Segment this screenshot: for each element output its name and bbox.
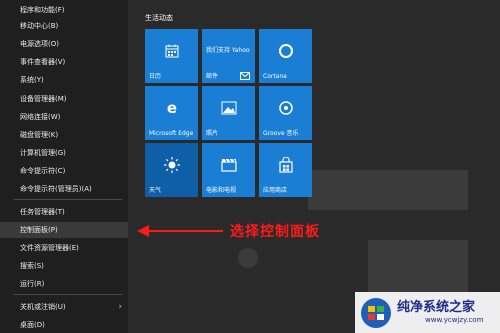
tile-label: Groove 音乐	[263, 130, 299, 137]
calendar-icon	[165, 44, 178, 58]
movies-tv-icon	[220, 158, 237, 172]
tile-store[interactable]: 应用商店	[259, 143, 312, 197]
menu-item-desktop[interactable]: 桌面(D)	[0, 317, 128, 333]
tile-photos[interactable]: 照片	[202, 86, 255, 140]
menu-item-programs-features[interactable]: 程序和功能(F)	[0, 2, 128, 18]
tile-mail[interactable]: 我们支持 Yahoo 邮件	[202, 29, 255, 83]
menu-item-device-manager[interactable]: 设备管理器(M)	[0, 91, 128, 107]
tile-label: 天气	[149, 187, 162, 194]
annotation-arrow	[137, 225, 223, 237]
tile-label: Microsoft Edge	[149, 130, 194, 137]
menu-item-command-prompt-admin[interactable]: 命令提示符(管理员)(A)	[0, 181, 128, 197]
groove-music-icon	[278, 101, 293, 115]
menu-item-label: 关机或注销(U)	[20, 303, 66, 311]
weather-icon	[163, 157, 180, 173]
menu-item-task-manager[interactable]: 任务管理器(T)	[0, 204, 128, 220]
watermark-url: www.ycwjzy.com	[425, 316, 484, 324]
cortana-icon	[278, 44, 293, 58]
menu-separator	[14, 294, 122, 295]
menu-item-file-explorer[interactable]: 文件资源管理器(E)	[0, 240, 128, 256]
menu-item-power-options[interactable]: 电源选项(O)	[0, 36, 128, 52]
menu-item-network-connections[interactable]: 网络连接(W)	[0, 109, 128, 125]
tile-groove-music[interactable]: Groove 音乐	[259, 86, 312, 140]
menu-item-search[interactable]: 搜索(S)	[0, 258, 128, 274]
watermark-title: 纯净系统之家	[397, 300, 476, 315]
menu-item-command-prompt[interactable]: 命令提示符(C)	[0, 163, 128, 179]
tile-label: 邮件	[206, 73, 219, 80]
menu-item-computer-management[interactable]: 计算机管理(G)	[0, 145, 128, 161]
menu-item-shutdown-signout[interactable]: 关机或注销(U) ›	[0, 299, 128, 315]
menu-separator	[14, 199, 122, 200]
tile-mail-top-text: 我们支持 Yahoo	[206, 47, 250, 54]
tile-movies-tv[interactable]: 电影和电视	[202, 143, 255, 197]
photos-icon	[221, 101, 236, 115]
tile-edge[interactable]: e Microsoft Edge	[145, 86, 198, 140]
edge-icon: e	[166, 100, 176, 116]
watermark: 纯净系统之家 www.ycwjzy.com	[355, 292, 500, 333]
menu-item-control-panel[interactable]: 控制面板(P)	[0, 222, 128, 238]
menu-item-disk-management[interactable]: 磁盘管理(K)	[0, 127, 128, 143]
tile-label: 照片	[206, 130, 219, 137]
menu-item-event-viewer[interactable]: 事件查看器(V)	[0, 54, 128, 70]
tile-label: 应用商店	[263, 187, 288, 194]
mail-icon	[240, 72, 250, 80]
tile-group-title: 生活动态	[145, 14, 173, 22]
menu-item-mobility-center[interactable]: 移动中心(B)	[0, 18, 128, 34]
tile-cortana[interactable]: Cortana	[259, 29, 312, 83]
tile-label: 日历	[149, 73, 162, 80]
menu-item-system[interactable]: 系统(Y)	[0, 72, 128, 88]
store-icon	[278, 157, 293, 173]
menu-item-run[interactable]: 运行(R)	[0, 276, 128, 292]
annotation-text: 选择控制面板	[230, 224, 320, 240]
tile-label: 电影和电视	[206, 187, 237, 194]
tile-calendar[interactable]: 日历	[145, 29, 198, 83]
watermark-logo-icon	[361, 298, 391, 328]
power-user-menu: 程序和功能(F) 移动中心(B) 电源选项(O) 事件查看器(V) 系统(Y) …	[0, 0, 128, 333]
svg-text:e: e	[166, 100, 176, 116]
chevron-right-icon: ›	[118, 302, 122, 312]
tile-label: Cortana	[263, 73, 287, 80]
tile-weather[interactable]: 天气	[145, 143, 198, 197]
